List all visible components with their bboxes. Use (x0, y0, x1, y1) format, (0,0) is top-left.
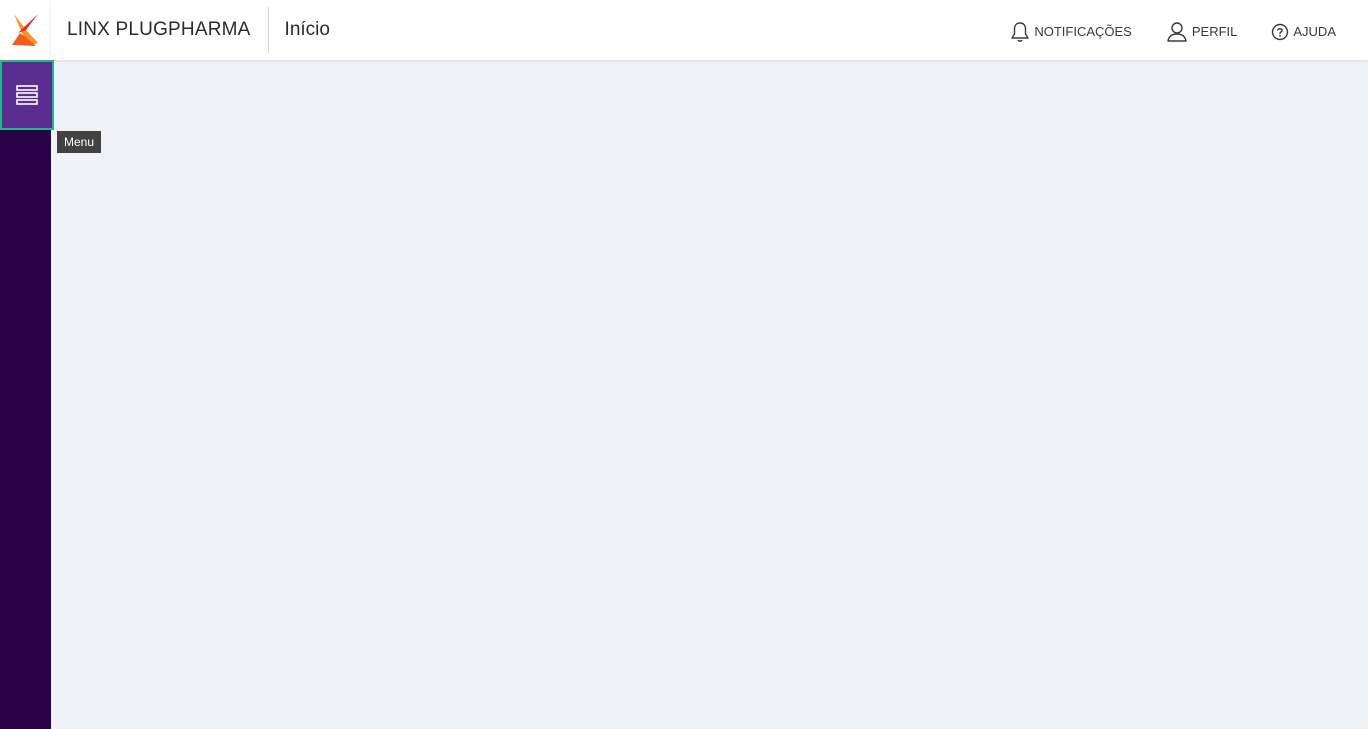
menu-icon (16, 85, 38, 105)
notifications-button[interactable]: NOTIFICAÇÕES (1010, 18, 1132, 43)
bell-icon (1011, 21, 1030, 42)
top-bar: LINX PLUGPHARMA Início NOTIFICAÇÕES PERF… (51, 0, 1368, 60)
app-name: LINX PLUGPHARMA (67, 19, 251, 40)
help-button[interactable]: AJUDA (1271, 20, 1336, 41)
user-icon (1167, 21, 1187, 42)
linx-logo-icon (11, 14, 38, 46)
help-label: AJUDA (1293, 24, 1336, 39)
page-title: Início (284, 19, 330, 40)
main-content (51, 60, 1368, 729)
app-logo[interactable] (0, 0, 51, 60)
help-circle-icon (1272, 23, 1289, 40)
profile-button[interactable]: PERFIL (1166, 18, 1238, 43)
header-actions: NOTIFICAÇÕES PERFIL AJUDA (976, 0, 1336, 60)
menu-button[interactable] (0, 60, 54, 130)
notifications-label: NOTIFICAÇÕES (1034, 24, 1132, 39)
profile-label: PERFIL (1191, 24, 1238, 39)
header-divider (267, 7, 269, 53)
